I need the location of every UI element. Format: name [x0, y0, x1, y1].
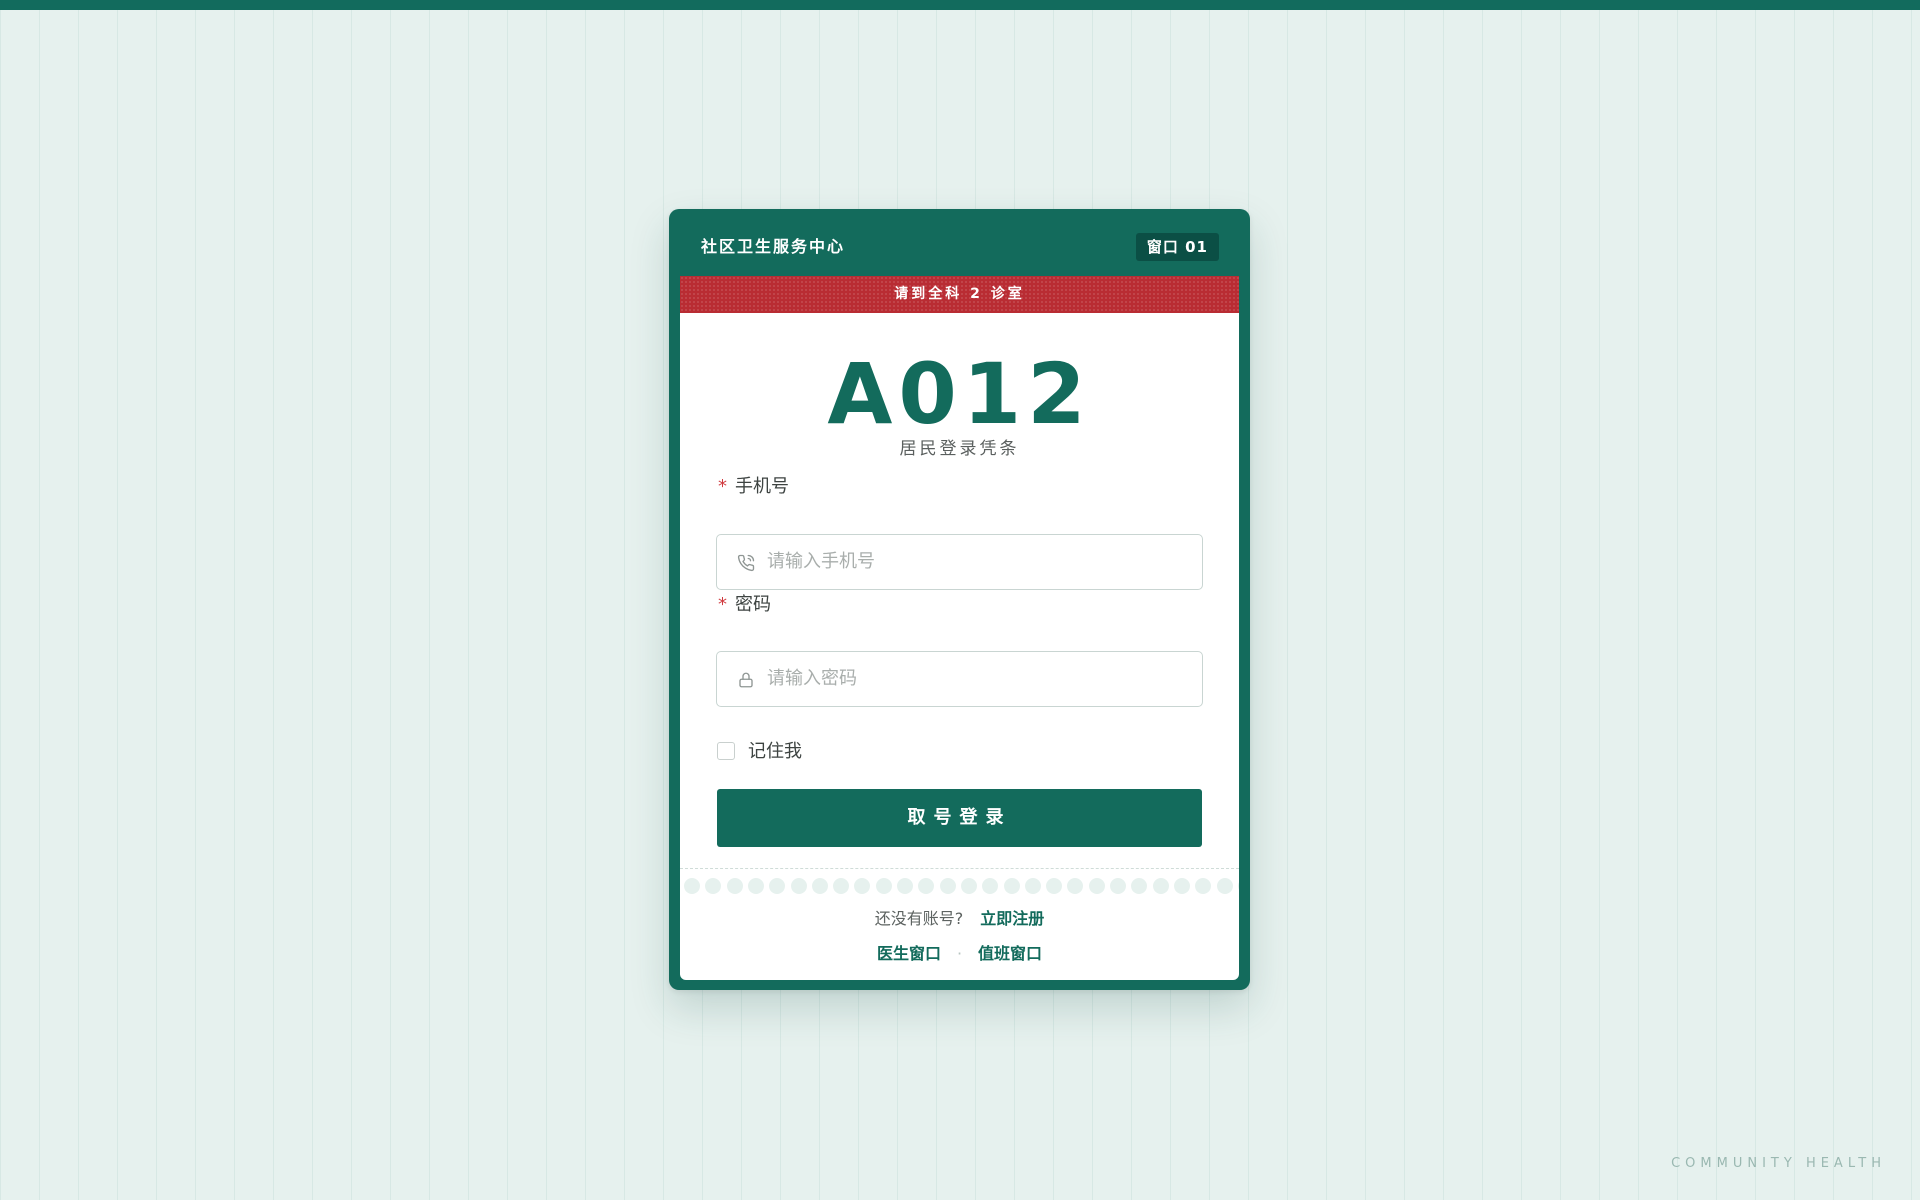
- perforation-hole: [705, 878, 722, 894]
- password-label-text: 密码: [735, 594, 771, 615]
- top-accent-strip: [0, 0, 1920, 10]
- perforation-hole: [1067, 878, 1084, 894]
- ticket-header: 社区卫生服务中心 窗口 01: [669, 209, 1250, 276]
- perforation-hole: [790, 878, 807, 894]
- perforation-hole: [833, 878, 850, 894]
- perforation-hole: [918, 878, 935, 894]
- register-link[interactable]: 立即注册: [980, 909, 1044, 928]
- perforation-hole: [1003, 878, 1020, 894]
- ticket-body: 请到全科 2 诊室 A012 居民登录凭条 * 手机号 * 密码: [680, 276, 1239, 980]
- login-button[interactable]: 取号登录: [717, 789, 1202, 847]
- perforation-hole: [1173, 878, 1190, 894]
- perforation-hole: [1152, 878, 1169, 894]
- remember-me-label[interactable]: 记住我: [748, 741, 802, 763]
- perforation-hole: [1088, 878, 1105, 894]
- perforation-hole: [1216, 878, 1233, 894]
- perforation-hole: [726, 878, 743, 894]
- perforation-hole: [811, 878, 828, 894]
- no-account-text: 还没有账号?: [874, 909, 964, 928]
- window-badge: 窗口 01: [1135, 233, 1219, 261]
- perforation-hole: [875, 878, 892, 894]
- phone-field-label: * 手机号: [718, 476, 789, 498]
- perforation-hole: [854, 878, 871, 894]
- phone-label-text: 手机号: [735, 476, 789, 497]
- perforation-hole: [982, 878, 999, 894]
- perforation-hole: [897, 878, 913, 894]
- lock-icon: [737, 671, 755, 689]
- perforation-hole: [1195, 878, 1212, 894]
- phone-input-box[interactable]: [716, 534, 1203, 590]
- duty-window-link[interactable]: 值班窗口: [978, 944, 1042, 963]
- ticket-subtitle: 居民登录凭条: [899, 439, 1020, 459]
- perforation-hole: [1046, 878, 1063, 894]
- phone-input[interactable]: [767, 535, 1187, 588]
- required-mark: *: [718, 476, 727, 497]
- phone-icon: [737, 554, 755, 572]
- register-line: 还没有账号? 立即注册: [680, 909, 1239, 929]
- perforation-hole: [769, 878, 786, 894]
- queue-number: A012: [827, 345, 1092, 443]
- window-links: 医生窗口 · 值班窗口: [680, 944, 1239, 964]
- password-field-label: * 密码: [718, 594, 771, 616]
- perforation-hole: [1131, 878, 1148, 894]
- doctor-window-link[interactable]: 医生窗口: [877, 944, 941, 963]
- link-separator: ·: [956, 944, 963, 963]
- perforation-hole: [1237, 878, 1239, 894]
- center-name: 社区卫生服务中心: [701, 237, 846, 256]
- password-input-box[interactable]: [716, 651, 1203, 707]
- password-input[interactable]: [767, 652, 1187, 705]
- login-ticket-card: 社区卫生服务中心 窗口 01 请到全科 2 诊室 A012 居民登录凭条 * 手机…: [669, 209, 1250, 990]
- required-mark: *: [718, 594, 727, 615]
- remember-me-checkbox[interactable]: [717, 742, 735, 760]
- perforation-hole: [960, 878, 977, 894]
- perforation-hole: [1110, 878, 1126, 894]
- ticket-perforation: [680, 868, 1239, 895]
- perforation-hole: [1024, 878, 1041, 894]
- perforation-hole: [747, 878, 764, 894]
- perforation-hole: [939, 878, 956, 894]
- perforation-hole: [684, 878, 700, 894]
- room-banner: 请到全科 2 诊室: [680, 276, 1239, 313]
- corner-brand: COMMUNITY HEALTH: [1671, 1156, 1886, 1171]
